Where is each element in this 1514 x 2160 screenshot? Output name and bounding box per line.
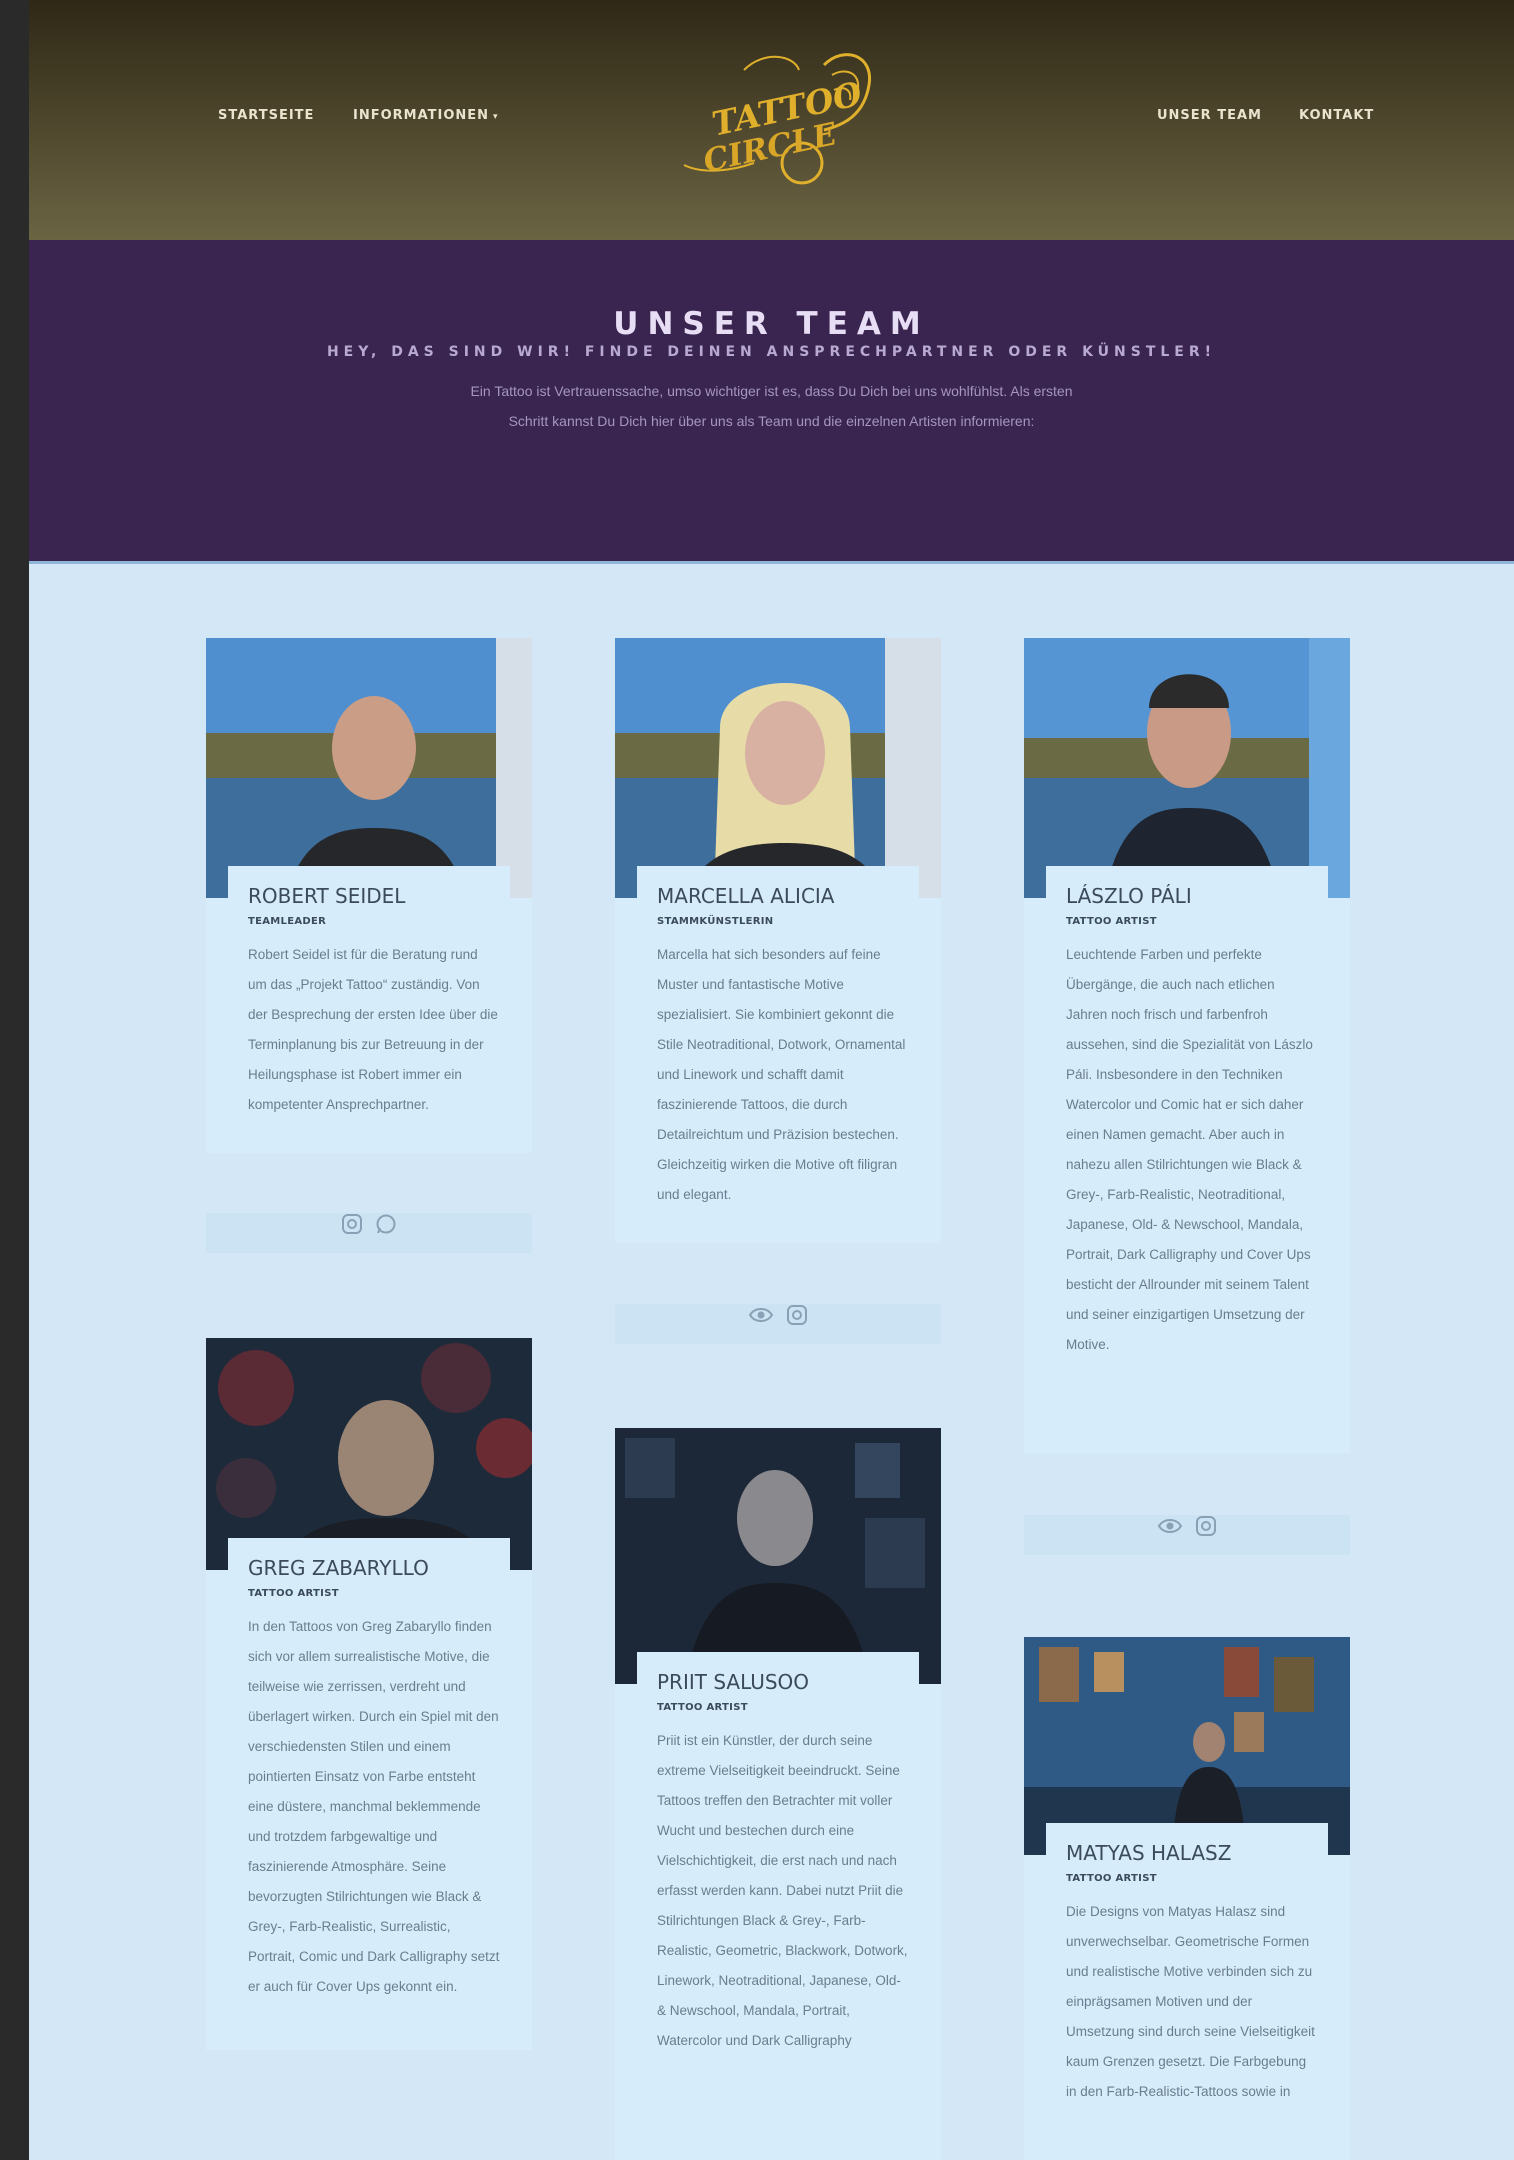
name-box: MATYAS HALASZ TATTOO ARTIST [1046, 1823, 1328, 1884]
member-role: TATTOO ARTIST [657, 1702, 748, 1713]
name-box: MARCELLA ALICIA STAMMKÜNSTLERIN [637, 866, 919, 927]
member-description: Marcella hat sich besonders auf feine Mu… [657, 947, 906, 1202]
name-box: ROBERT SEIDEL TEAMLEADER [228, 866, 510, 927]
nav-unser-team[interactable]: UNSER TEAM [1157, 108, 1262, 123]
member-name: LÁSZLO PÁLI [1066, 884, 1192, 908]
social-icons [1024, 1515, 1350, 1555]
photo-marcella-alicia [615, 638, 941, 898]
member-description: Priit ist ein Künstler, der durch seine … [657, 1733, 908, 2048]
member-role: STAMMKÜNSTLERIN [657, 916, 774, 927]
photo-laszlo-pali [1024, 638, 1350, 898]
name-box: LÁSZLO PÁLI TATTOO ARTIST [1046, 866, 1328, 927]
member-name: ROBERT SEIDEL [248, 884, 406, 908]
eye-icon[interactable] [748, 1304, 774, 1326]
name-box: GREG ZABARYLLO TATTOO ARTIST [228, 1538, 510, 1599]
page: STARTSEITE INFORMATIONEN ▾ TATTOO CIRCLE … [29, 0, 1514, 2160]
photo-priit-salusoo [615, 1428, 941, 1684]
member-role: TATTOO ARTIST [248, 1588, 339, 1599]
photo-greg-zabaryllo [206, 1338, 532, 1570]
member-name: GREG ZABARYLLO [248, 1556, 429, 1580]
member-name: MATYAS HALASZ [1066, 1841, 1232, 1865]
whatsapp-icon[interactable] [375, 1213, 397, 1235]
member-description: Die Designs von Matyas Halasz sind unver… [1066, 1904, 1315, 2099]
member-name: PRIIT SALUSOO [657, 1670, 810, 1694]
page-title: UNSER TEAM [613, 306, 930, 342]
member-description: In den Tattoos von Greg Zabaryllo finden… [248, 1619, 500, 1994]
intro-text: Ein Tattoo ist Vertrauenssache, umso wic… [470, 383, 1073, 429]
member-description: Leuchtende Farben und perfekte Übergänge… [1066, 947, 1313, 1352]
nav-kontakt[interactable]: KONTAKT [1299, 108, 1374, 123]
page-subtitle: HEY, DAS SIND WIR! FINDE DEINEN ANSPRECH… [326, 344, 1217, 360]
divider [29, 561, 1514, 564]
nav-startseite[interactable]: STARTSEITE [218, 108, 314, 123]
nav-informationen[interactable]: INFORMATIONEN ▾ [353, 108, 499, 123]
member-role: TATTOO ARTIST [1066, 916, 1157, 927]
member-name: MARCELLA ALICIA [657, 884, 835, 908]
name-box: PRIIT SALUSOO TATTOO ARTIST [637, 1652, 919, 1713]
social-icons [206, 1213, 532, 1253]
hero-section: UNSER TEAM HEY, DAS SIND WIR! FINDE DEIN… [29, 240, 1514, 564]
instagram-icon[interactable] [1195, 1515, 1217, 1537]
member-role: TEAMLEADER [248, 916, 327, 927]
instagram-icon[interactable] [341, 1213, 363, 1235]
member-description: Robert Seidel ist für die Beratung rund … [248, 947, 498, 1112]
eye-icon[interactable] [1157, 1515, 1183, 1537]
social-icons [615, 1304, 941, 1344]
site-header: STARTSEITE INFORMATIONEN ▾ TATTOO CIRCLE … [29, 0, 1514, 240]
nav-informationen-label: INFORMATIONEN [353, 108, 490, 123]
instagram-icon[interactable] [786, 1304, 808, 1326]
logo[interactable]: TATTOO CIRCLE [674, 45, 889, 190]
photo-robert-seidel [206, 638, 532, 898]
member-role: TATTOO ARTIST [1066, 1873, 1157, 1884]
chevron-down-icon: ▾ [493, 112, 499, 122]
